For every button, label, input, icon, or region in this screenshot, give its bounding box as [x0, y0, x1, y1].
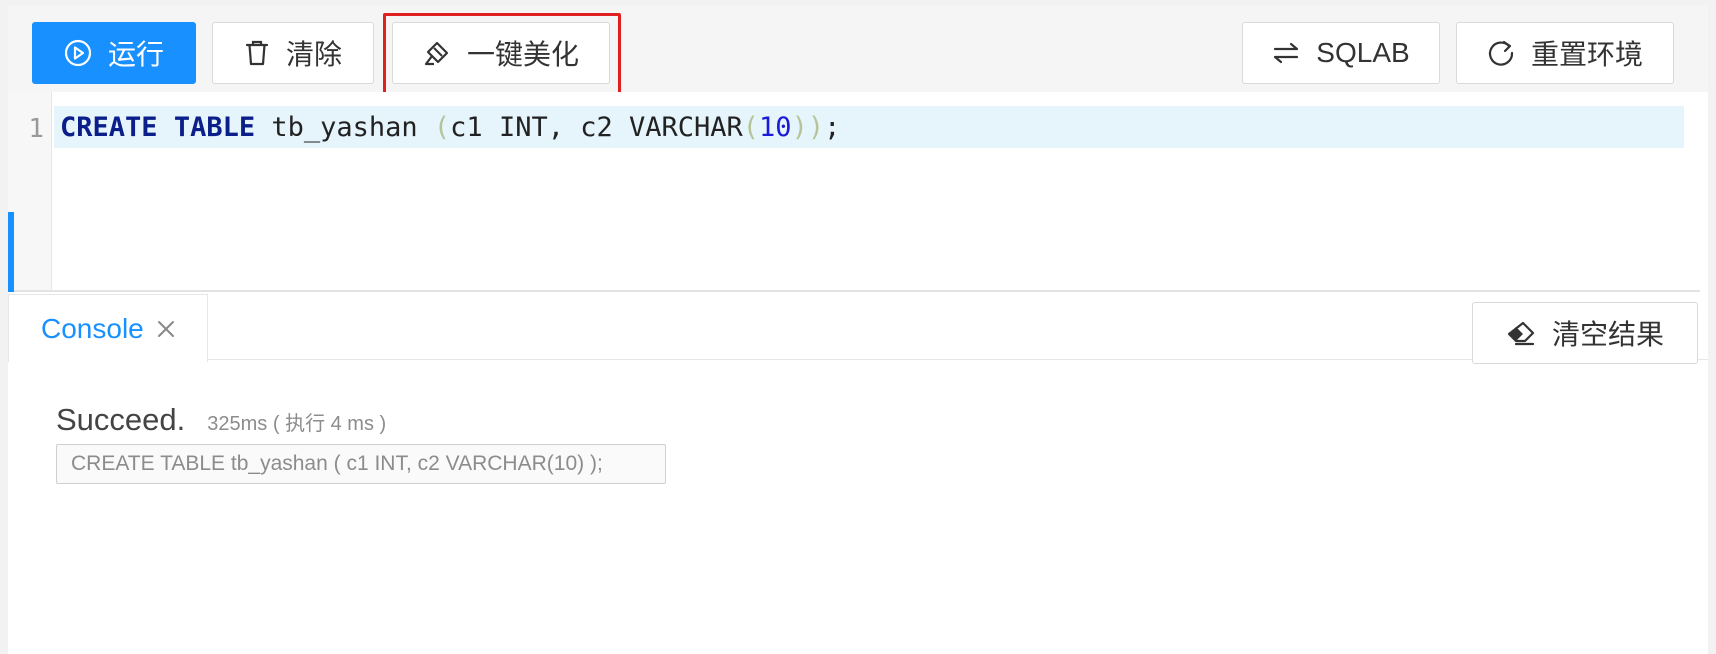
sqlab-button[interactable]: SQLAB [1242, 22, 1440, 84]
open-paren-inner: ( [742, 112, 760, 143]
clear-button[interactable]: 清除 [212, 22, 374, 84]
play-circle-icon [64, 39, 92, 67]
beautify-button[interactable]: 一键美化 [392, 22, 610, 84]
beautify-button-label: 一键美化 [466, 39, 579, 70]
console-tab-strip: Console 清空结果 [8, 294, 1708, 364]
varchar-length: 10 [759, 112, 792, 143]
highlighter-icon [423, 39, 451, 67]
code-line[interactable]: CREATE TABLE tb_yashan (c1 INT, c2 VARCH… [60, 110, 840, 146]
console-panel: Console 清空结果 Succeed. 325ms (执行 4 ms) … [8, 294, 1708, 654]
column-definitions: c1 INT, c2 VARCHAR [450, 112, 743, 143]
sqlab-button-label: SQLAB [1316, 37, 1410, 68]
trash-icon [244, 39, 270, 67]
reset-button-label: 重置环境 [1530, 39, 1643, 70]
keyword-create: CREATE [60, 112, 158, 143]
keyword-table: TABLE [173, 112, 256, 143]
reset-environment-button[interactable]: 重置环境 [1456, 22, 1674, 84]
result-status: Succeed. 325ms ( 执行 4 ms ) [56, 402, 386, 438]
semicolon: ; [824, 112, 841, 143]
execution-timing: 325ms ( 执行 4 ms ) [207, 413, 387, 435]
status-text: Succeed. [56, 402, 186, 437]
tab-console-label: Console [41, 312, 144, 344]
executed-sql: CREATE TABLE tb_yashan ( c1 INT, c2 VARC… [56, 444, 666, 484]
open-paren: ( [433, 112, 451, 143]
clear-results-button[interactable]: 清空结果 [1472, 302, 1698, 364]
clear-results-label: 清空结果 [1551, 319, 1664, 350]
swap-icon [1272, 41, 1300, 65]
line-number: 1 [28, 114, 44, 144]
editor-gutter: 1 [8, 92, 52, 292]
table-name: tb_yashan [255, 112, 434, 143]
toolbar: 运行 清除 一键美化 SQLAB 重置环境 [8, 6, 1708, 99]
close-parens: )) [791, 112, 825, 143]
eraser-icon [1506, 320, 1536, 346]
run-button[interactable]: 运行 [32, 22, 196, 84]
sql-playground: 运行 清除 一键美化 SQLAB 重置环境 1 CREATE TABLE tb_… [8, 6, 1708, 654]
reload-icon [1487, 39, 1515, 67]
run-button-label: 运行 [107, 39, 164, 70]
clear-button-label: 清除 [285, 39, 342, 70]
sql-editor[interactable]: 1 CREATE TABLE tb_yashan (c1 INT, c2 VAR… [8, 92, 1700, 292]
tab-console[interactable]: Console [8, 294, 208, 362]
gutter-marker [8, 212, 14, 292]
close-icon[interactable] [156, 319, 176, 339]
